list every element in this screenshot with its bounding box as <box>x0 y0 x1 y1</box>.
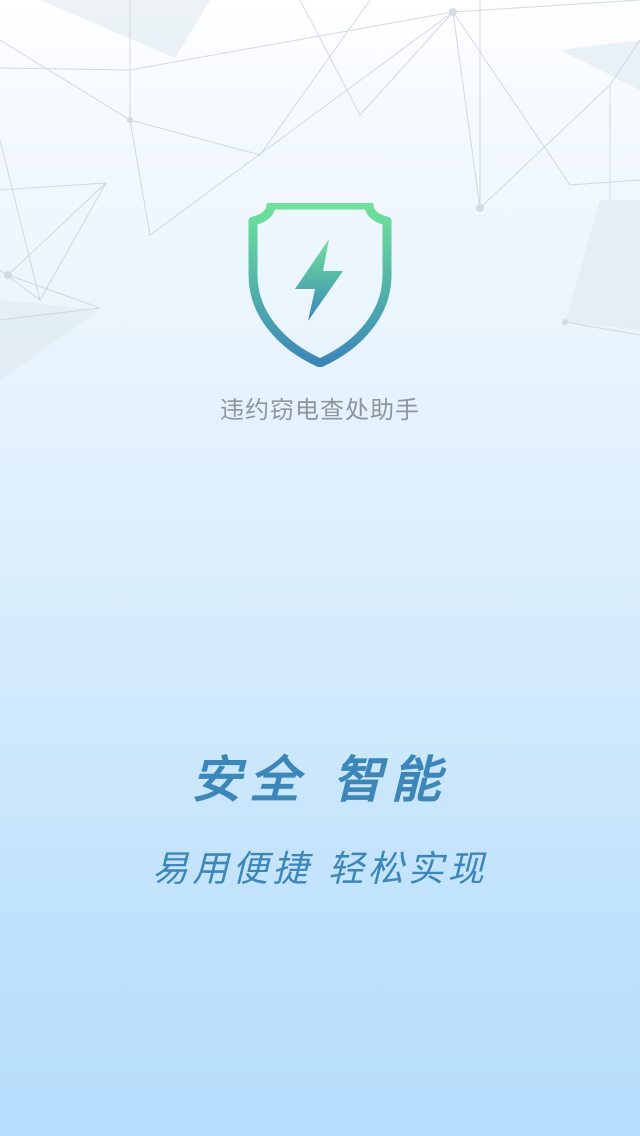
slogan-line-1: 安全 智能 <box>191 750 449 809</box>
shield-lightning-icon <box>248 203 392 367</box>
app-name: 违约窃电查处助手 <box>220 396 420 424</box>
slogan-line-2: 易用便捷 轻松实现 <box>152 849 488 890</box>
splash-screen: 违约窃电查处助手 安全 智能 易用便捷 轻松实现 <box>0 0 640 1136</box>
